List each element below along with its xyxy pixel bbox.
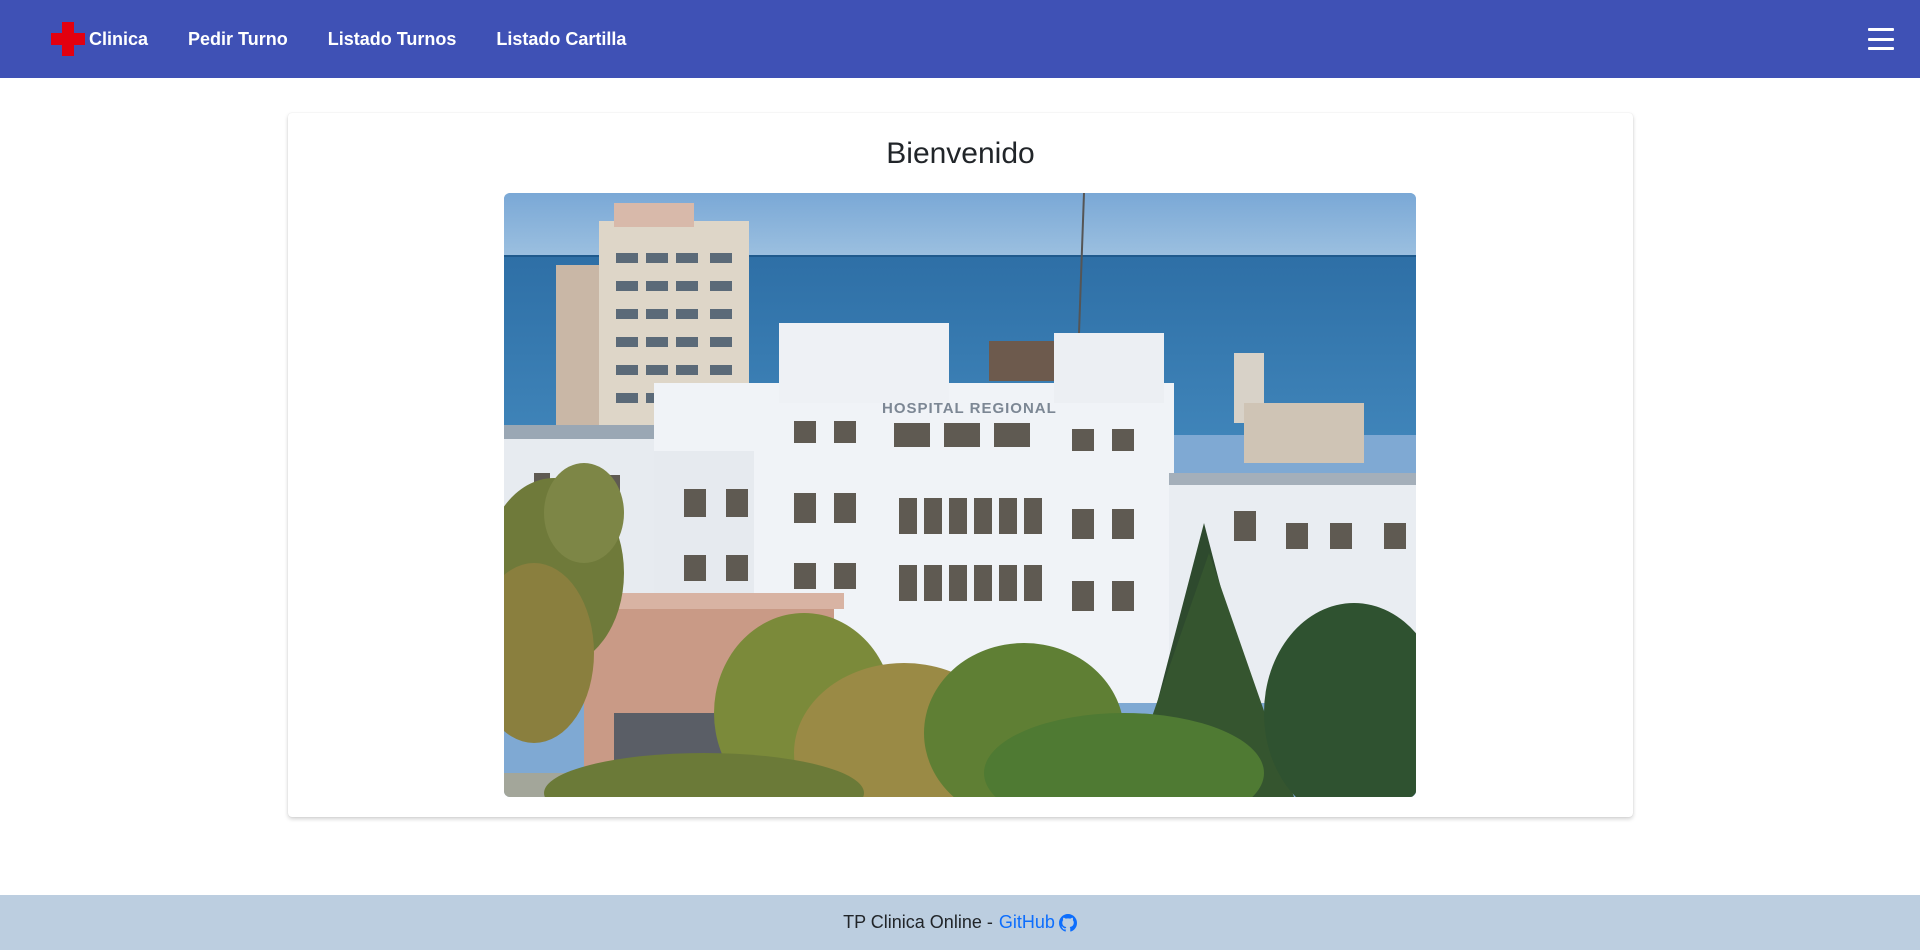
nav-link-listado-cartilla[interactable]: Listado Cartilla xyxy=(496,29,626,50)
brand-link[interactable]: Clinica xyxy=(49,20,148,58)
github-link-label: GitHub xyxy=(998,912,1055,932)
page-footer: TP Clinica Online - GitHub xyxy=(0,895,1920,950)
brand-label: Clinica xyxy=(89,28,149,49)
welcome-card: Bienvenido HOSPITAL REGIONAL xyxy=(288,113,1633,817)
top-navbar: Clinica Pedir Turno Listado Turnos Lista… xyxy=(0,0,1920,78)
nav-link-listado-turnos[interactable]: Listado Turnos xyxy=(328,29,457,50)
building-sign: HOSPITAL REGIONAL xyxy=(882,400,1057,417)
github-link[interactable]: GitHub xyxy=(999,912,1077,933)
github-icon xyxy=(1058,913,1077,932)
nav-links: Pedir Turno Listado Turnos Listado Carti… xyxy=(188,29,626,50)
nav-link-pedir-turno[interactable]: Pedir Turno xyxy=(188,29,288,50)
footer-text: TP Clinica Online - xyxy=(843,912,993,932)
red-cross-icon xyxy=(49,20,87,58)
page-title: Bienvenido xyxy=(886,137,1035,170)
hospital-building-photo: HOSPITAL REGIONAL xyxy=(504,193,1416,797)
hamburger-menu-icon[interactable] xyxy=(1868,28,1894,50)
